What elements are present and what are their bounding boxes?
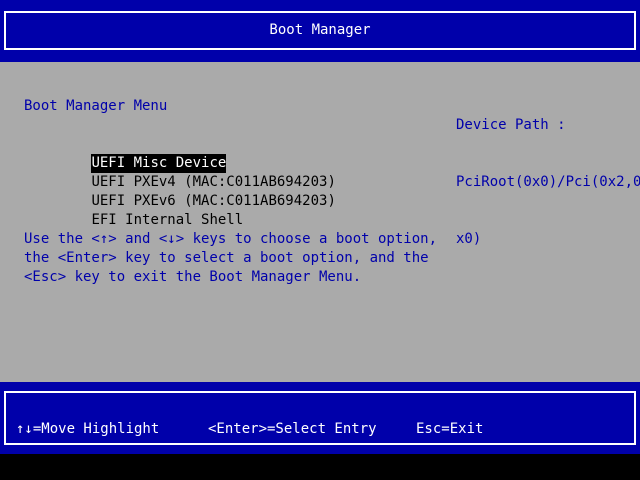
device-path-label: Device Path : bbox=[456, 117, 566, 133]
device-path-value-line2: x0) bbox=[456, 231, 482, 247]
boot-option-list: UEFI Misc Device UEFI PXEv4 (MAC:C011AB6… bbox=[24, 135, 336, 228]
boot-option-uefi-misc-device[interactable]: UEFI Misc Device bbox=[24, 135, 336, 173]
help-line: Use the <↑> and <↓> keys to choose a boo… bbox=[24, 231, 438, 247]
boot-option-label: UEFI PXEv6 (MAC:C011AB694203) bbox=[91, 193, 336, 209]
help-line: <Esc> key to exit the Boot Manager Menu. bbox=[24, 269, 362, 285]
boot-option-label: UEFI PXEv4 (MAC:C011AB694203) bbox=[91, 174, 336, 190]
main-panel: Boot Manager Menu Device Path : PciRoot(… bbox=[0, 62, 640, 382]
header-bar: Boot Manager bbox=[0, 0, 640, 62]
footer-select-hint: <Enter>=Select Entry bbox=[208, 421, 377, 437]
help-text: Use the <↑> and <↓> keys to choose a boo… bbox=[24, 230, 437, 287]
footer-move-hint: ↑↓=Move Highlight bbox=[16, 421, 160, 437]
boot-option-label: EFI Internal Shell bbox=[91, 212, 244, 228]
bios-screen: Boot Manager Boot Manager Menu Device Pa… bbox=[0, 0, 640, 480]
footer-exit-hint: Esc=Exit bbox=[416, 421, 484, 437]
device-path-help: Device Path : PciRoot(0x0)/Pci(0x2,0 x0) bbox=[456, 78, 640, 287]
header-frame: Boot Manager bbox=[4, 11, 636, 50]
help-line: the <Enter> key to select a boot option,… bbox=[24, 250, 429, 266]
device-path-value-line1: PciRoot(0x0)/Pci(0x2,0 bbox=[456, 174, 640, 190]
menu-title: Boot Manager Menu bbox=[24, 98, 168, 114]
footer-bar: ↑↓=Move Highlight <Enter>=Select Entry E… bbox=[0, 382, 640, 454]
boot-option-label: UEFI Misc Device bbox=[91, 154, 227, 173]
page-title: Boot Manager bbox=[269, 22, 371, 38]
bottom-strip bbox=[0, 454, 640, 480]
